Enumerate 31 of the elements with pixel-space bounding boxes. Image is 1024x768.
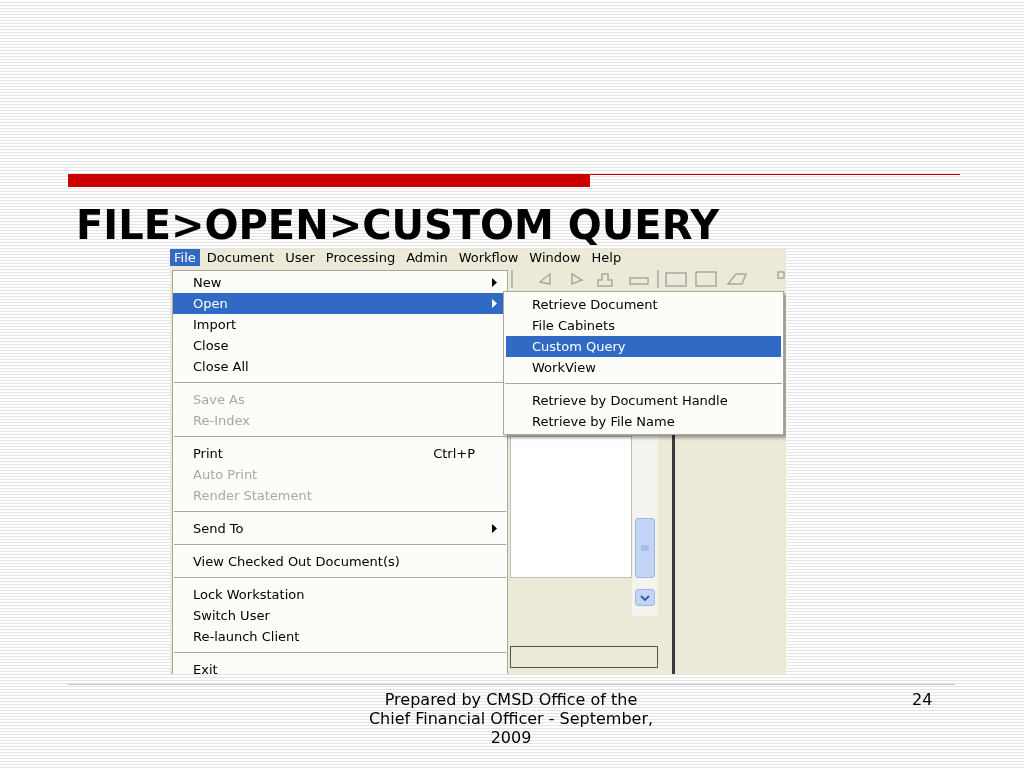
menu-item[interactable]: Retrieve Document — [506, 294, 781, 315]
menu-item[interactable]: WorkView — [506, 357, 781, 378]
menu-bar-item[interactable]: Window — [525, 249, 585, 266]
menu-item[interactable]: Send To — [173, 518, 507, 539]
menu-bar-item[interactable]: File — [170, 249, 200, 266]
scrollbar-thumb[interactable] — [635, 518, 655, 578]
menu-item[interactable]: Retrieve by Document Handle — [506, 390, 781, 411]
menu-item[interactable]: View Checked Out Document(s) — [173, 551, 507, 572]
scroll-down-button[interactable] — [635, 589, 655, 606]
menu-item[interactable]: Close — [173, 335, 507, 356]
footer-text: Prepared by CMSD Office of the Chief Financial Officer - September, 2009 — [367, 690, 655, 747]
menu-item[interactable]: Close All — [173, 356, 507, 377]
menu-item[interactable]: New — [173, 272, 507, 293]
menu-item[interactable]: Retrieve by File Name — [506, 411, 781, 432]
page-number: 24 — [912, 690, 933, 711]
chevron-down-icon — [640, 594, 650, 601]
menu-bar-item[interactable]: Admin — [402, 249, 452, 266]
menu-item[interactable]: Lock Workstation — [173, 584, 507, 605]
menu-item[interactable]: Print Ctrl+P — [173, 443, 507, 464]
menu-item[interactable]: Re-launch Client — [173, 626, 507, 647]
menu-bar-item[interactable]: User — [281, 249, 319, 266]
slide-title: FILE>OPEN>CUSTOM QUERY — [76, 201, 721, 249]
menu-bar-item[interactable]: Help — [587, 249, 626, 266]
menu-item[interactable]: Import — [173, 314, 507, 335]
menu-bar-item[interactable]: Document — [202, 249, 279, 266]
menu-item[interactable]: Exit — [173, 659, 507, 674]
menu-item[interactable]: File Cabinets — [506, 315, 781, 336]
menu-bar-item[interactable]: Workflow — [454, 249, 523, 266]
menu-bar-item[interactable]: Processing — [321, 249, 400, 266]
menu-item[interactable]: Switch User — [173, 605, 507, 626]
menu-item[interactable]: Custom Query — [506, 336, 781, 357]
